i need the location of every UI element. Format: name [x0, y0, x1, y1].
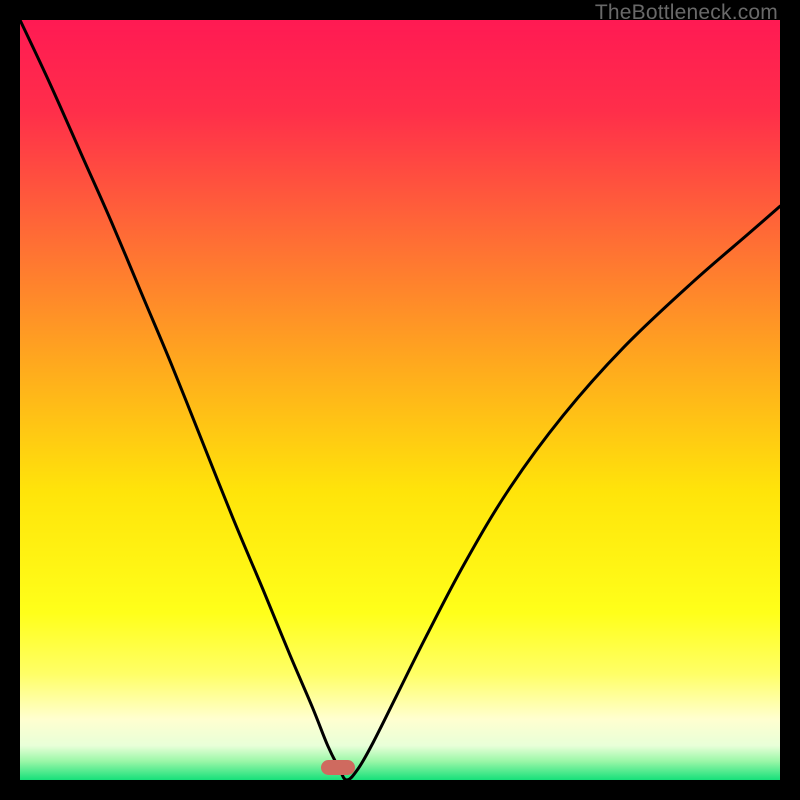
- watermark-text: TheBottleneck.com: [595, 1, 778, 25]
- plot-frame: [20, 20, 780, 780]
- bottleneck-curve: [20, 20, 780, 780]
- optimal-marker: [321, 760, 355, 775]
